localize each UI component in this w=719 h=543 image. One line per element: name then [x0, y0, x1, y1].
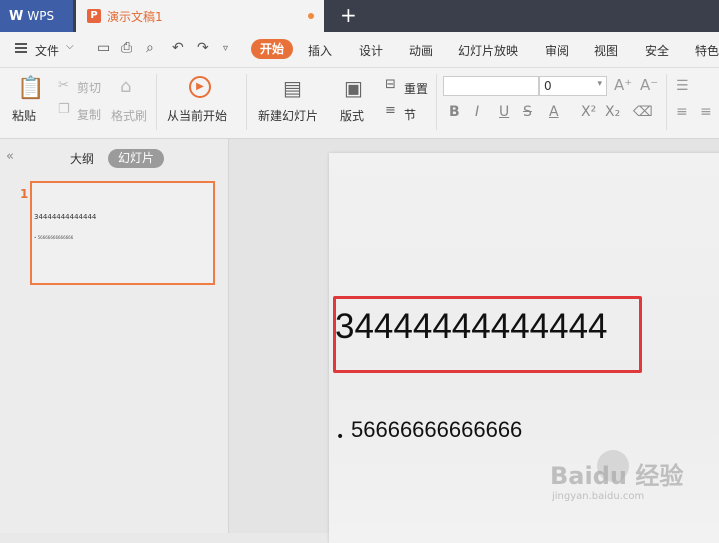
paste-button[interactable]: 粘贴	[12, 107, 36, 124]
print-icon[interactable]: ⎙	[121, 40, 132, 56]
eraser-icon[interactable]: ⌫	[633, 104, 653, 120]
layout-button[interactable]: 版式	[340, 107, 364, 124]
wps-label: WPS	[27, 9, 55, 23]
section-button[interactable]: 节	[404, 106, 416, 123]
strikethrough-icon[interactable]: S	[523, 104, 532, 120]
underline-icon[interactable]: U	[499, 104, 509, 120]
menu-file[interactable]: 文件	[35, 42, 59, 59]
tab-review[interactable]: 审阅	[545, 42, 569, 59]
slide-number: 1	[20, 187, 29, 201]
redo-icon[interactable]: ↷	[197, 40, 209, 56]
copy-icon: ❐	[58, 102, 70, 117]
slide-title[interactable]: 34444444444444	[335, 307, 608, 347]
font-family-select[interactable]	[443, 76, 539, 96]
print-preview-icon[interactable]: ⌕	[146, 40, 154, 56]
format-painter-button[interactable]: 格式刷	[111, 107, 147, 124]
bold-icon[interactable]: B	[449, 104, 460, 120]
thumbnail-title: 34444444444444	[34, 213, 97, 221]
new-tab-button[interactable]: +	[340, 4, 357, 26]
align-left-icon[interactable]: ≡	[676, 104, 688, 120]
thumbnail-bullet: • 56666666666666	[34, 235, 74, 240]
tab-animation[interactable]: 动画	[409, 42, 433, 59]
paste-icon[interactable]: 📋	[17, 76, 44, 101]
document-title: 演示文稿1	[107, 9, 163, 24]
undo-icon[interactable]: ↶	[172, 40, 184, 56]
ribbon-divider	[666, 74, 667, 130]
ribbon-divider	[436, 74, 437, 130]
tab-security[interactable]: 安全	[645, 42, 669, 59]
copy-button[interactable]: 复制	[77, 106, 101, 123]
play-icon[interactable]: ▶	[189, 76, 211, 98]
wps-logo-icon: W	[9, 8, 24, 24]
tab-slideshow[interactable]: 幻灯片放映	[458, 42, 518, 59]
reset-icon: ⊟	[385, 77, 396, 92]
slides-pane: « 大纲 幻灯片 1 34444444444444 • 566666666666…	[0, 139, 229, 533]
paw-logo-icon	[597, 450, 629, 482]
document-tab[interactable]: P 演示文稿1	[76, 0, 324, 32]
tab-start[interactable]: 开始	[251, 39, 293, 59]
italic-icon[interactable]: I	[475, 104, 479, 120]
ribbon-divider	[156, 74, 157, 130]
watermark: Baidu 经验 jingyan.baidu.com	[550, 450, 683, 502]
scissors-icon: ✂	[58, 78, 69, 93]
ribbon-divider	[246, 74, 247, 130]
save-icon[interactable]: ▭	[97, 40, 110, 56]
unsaved-dot-icon	[308, 13, 314, 19]
slide-thumbnail[interactable]: 34444444444444 • 56666666666666	[30, 181, 215, 285]
font-size-select[interactable]: 0 ▾	[539, 76, 607, 96]
reset-button[interactable]: 重置	[404, 80, 428, 97]
tab-special[interactable]: 特色	[695, 42, 719, 59]
tab-slides[interactable]: 幻灯片	[108, 149, 164, 168]
slide-bullet-text[interactable]: 56666666666666	[351, 417, 522, 443]
section-icon: ≡	[385, 103, 396, 118]
font-color-icon[interactable]: A	[549, 104, 559, 120]
collapse-pane-icon[interactable]: «	[6, 149, 14, 164]
subscript-icon[interactable]: X₂	[605, 104, 620, 120]
decrease-font-icon[interactable]: A⁻	[640, 76, 658, 94]
chevron-down-icon[interactable]: ⌵	[66, 41, 74, 52]
new-slide-button[interactable]: 新建幻灯片	[258, 107, 318, 124]
more-chevron-icon[interactable]: ▿	[223, 43, 228, 54]
cut-button[interactable]: 剪切	[77, 79, 101, 96]
increase-font-icon[interactable]: A⁺	[614, 76, 632, 94]
menu-bar: 文件 ⌵ ▭ ⎙ ⌕ ↶ ↷ ▿ 开始 插入 设计 动画 幻灯片放映 审阅 视图…	[0, 32, 719, 68]
tab-outline[interactable]: 大纲	[70, 150, 94, 167]
layout-icon[interactable]: ▣	[344, 76, 363, 100]
format-painter-icon: ⌂	[120, 76, 132, 97]
chevron-down-icon: ▾	[597, 79, 602, 89]
ribbon-toolbar: 📋 粘贴 ✂ 剪切 ❐ 复制 ⌂ 格式刷 ▶ 从当前开始 ▤ 新建幻灯片 ▣ 版…	[0, 68, 719, 139]
superscript-icon[interactable]: X²	[581, 104, 596, 120]
watermark-sub: jingyan.baidu.com	[552, 491, 645, 502]
align-center-icon[interactable]: ≡	[700, 104, 712, 120]
tab-view[interactable]: 视图	[594, 42, 618, 59]
tab-insert[interactable]: 插入	[308, 42, 332, 59]
font-size-value: 0	[544, 79, 552, 93]
bullet-icon: •	[336, 429, 345, 445]
hamburger-icon[interactable]	[15, 43, 27, 53]
tab-bar: W WPS P 演示文稿1 +	[0, 0, 719, 32]
presentation-icon: P	[87, 9, 101, 23]
bullet-list-icon[interactable]: ☰	[676, 78, 689, 94]
from-current-button[interactable]: 从当前开始	[167, 107, 227, 124]
tab-design[interactable]: 设计	[359, 42, 383, 59]
new-slide-icon[interactable]: ▤	[283, 76, 302, 100]
wps-home-tab[interactable]: W WPS	[0, 0, 73, 32]
